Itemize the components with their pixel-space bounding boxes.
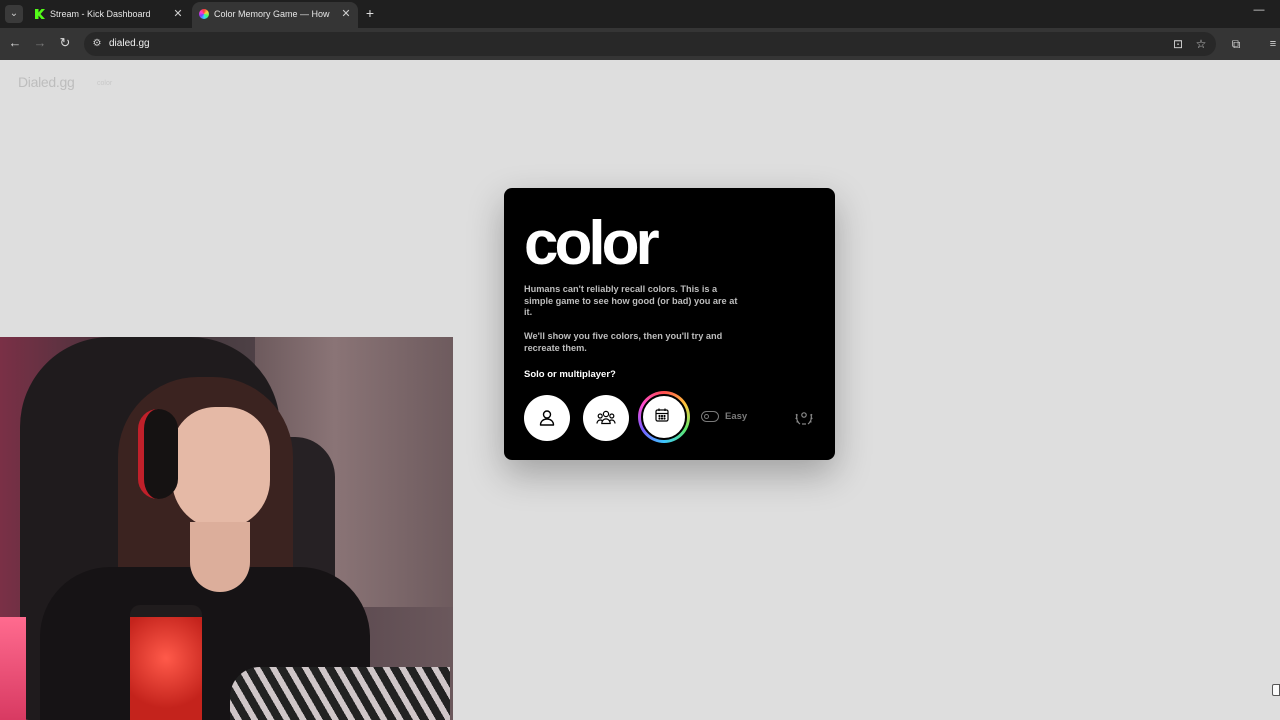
easy-mode-toggle[interactable] <box>701 411 719 422</box>
game-title: color <box>524 209 660 278</box>
daily-button[interactable] <box>641 394 687 440</box>
back-arrow-icon[interactable]: ← <box>7 35 23 51</box>
site-section-label[interactable]: color <box>97 80 112 87</box>
description-rules: We'll show you five colors, then you'll … <box>524 331 723 353</box>
close-icon[interactable]: ✕ <box>340 2 352 26</box>
extensions-icon[interactable]: ⧉ <box>1228 36 1244 52</box>
tab-title: Stream - Kick Dashboard <box>50 9 151 19</box>
webcam-headphone <box>138 409 178 499</box>
webcam-light <box>0 617 26 720</box>
tab-color-memory-game[interactable]: Color Memory Game — How W ✕ <box>192 2 358 28</box>
site-logo[interactable]: Dialed.gg <box>18 74 75 90</box>
forward-arrow-icon[interactable]: → <box>32 35 48 51</box>
bookmark-star-icon[interactable]: ☆ <box>1193 36 1209 52</box>
laurel-icon[interactable] <box>794 407 814 427</box>
site-info-icon[interactable]: ⚙ <box>90 37 104 51</box>
color-wheel-icon <box>199 9 209 19</box>
calendar-icon <box>655 408 669 422</box>
mode-question: Solo or multiplayer? <box>524 369 616 380</box>
person-icon <box>539 410 555 426</box>
daily-button-ring[interactable] <box>638 391 690 443</box>
tab-search-button[interactable]: ⌄ <box>5 5 23 23</box>
new-tab-button[interactable]: + <box>362 4 378 22</box>
description-intro: Humans can't reliably recall colors. Thi… <box>524 284 738 317</box>
tab-strip: ⌄ Stream - Kick Dashboard ✕ Color Memory… <box>0 0 1280 28</box>
webcam-neck <box>190 522 250 592</box>
minimize-button[interactable]: — <box>1252 4 1266 22</box>
install-app-icon[interactable]: ⊡ <box>1170 36 1186 52</box>
address-bar[interactable]: ⚙ dialed.gg ⊡ ☆ <box>84 32 1216 56</box>
multiplayer-button[interactable] <box>583 395 629 441</box>
webcam-pants <box>230 667 450 720</box>
cursor-icon <box>1272 684 1280 696</box>
browser-toolbar: ← → ↻ ⚙ dialed.gg ⊡ ☆ <box>0 28 1280 60</box>
side-menu-icon[interactable]: ≡ <box>1266 36 1280 52</box>
webcam-microphone <box>130 605 202 720</box>
tab-title: Color Memory Game — How W <box>214 9 332 19</box>
tab-kick-dashboard[interactable]: Stream - Kick Dashboard ✕ <box>28 2 190 28</box>
solo-button[interactable] <box>524 395 570 441</box>
toggle-knob <box>704 413 709 419</box>
group-icon <box>596 410 616 425</box>
webcam-face <box>172 407 270 529</box>
webcam-overlay <box>0 337 453 720</box>
easy-mode-label[interactable]: Easy <box>725 411 747 422</box>
reload-icon[interactable]: ↻ <box>57 35 73 51</box>
game-card: color Humans can't reliably recall color… <box>504 188 835 460</box>
url-text: dialed.gg <box>109 38 150 49</box>
close-icon[interactable]: ✕ <box>172 2 184 26</box>
kick-icon <box>35 9 45 19</box>
